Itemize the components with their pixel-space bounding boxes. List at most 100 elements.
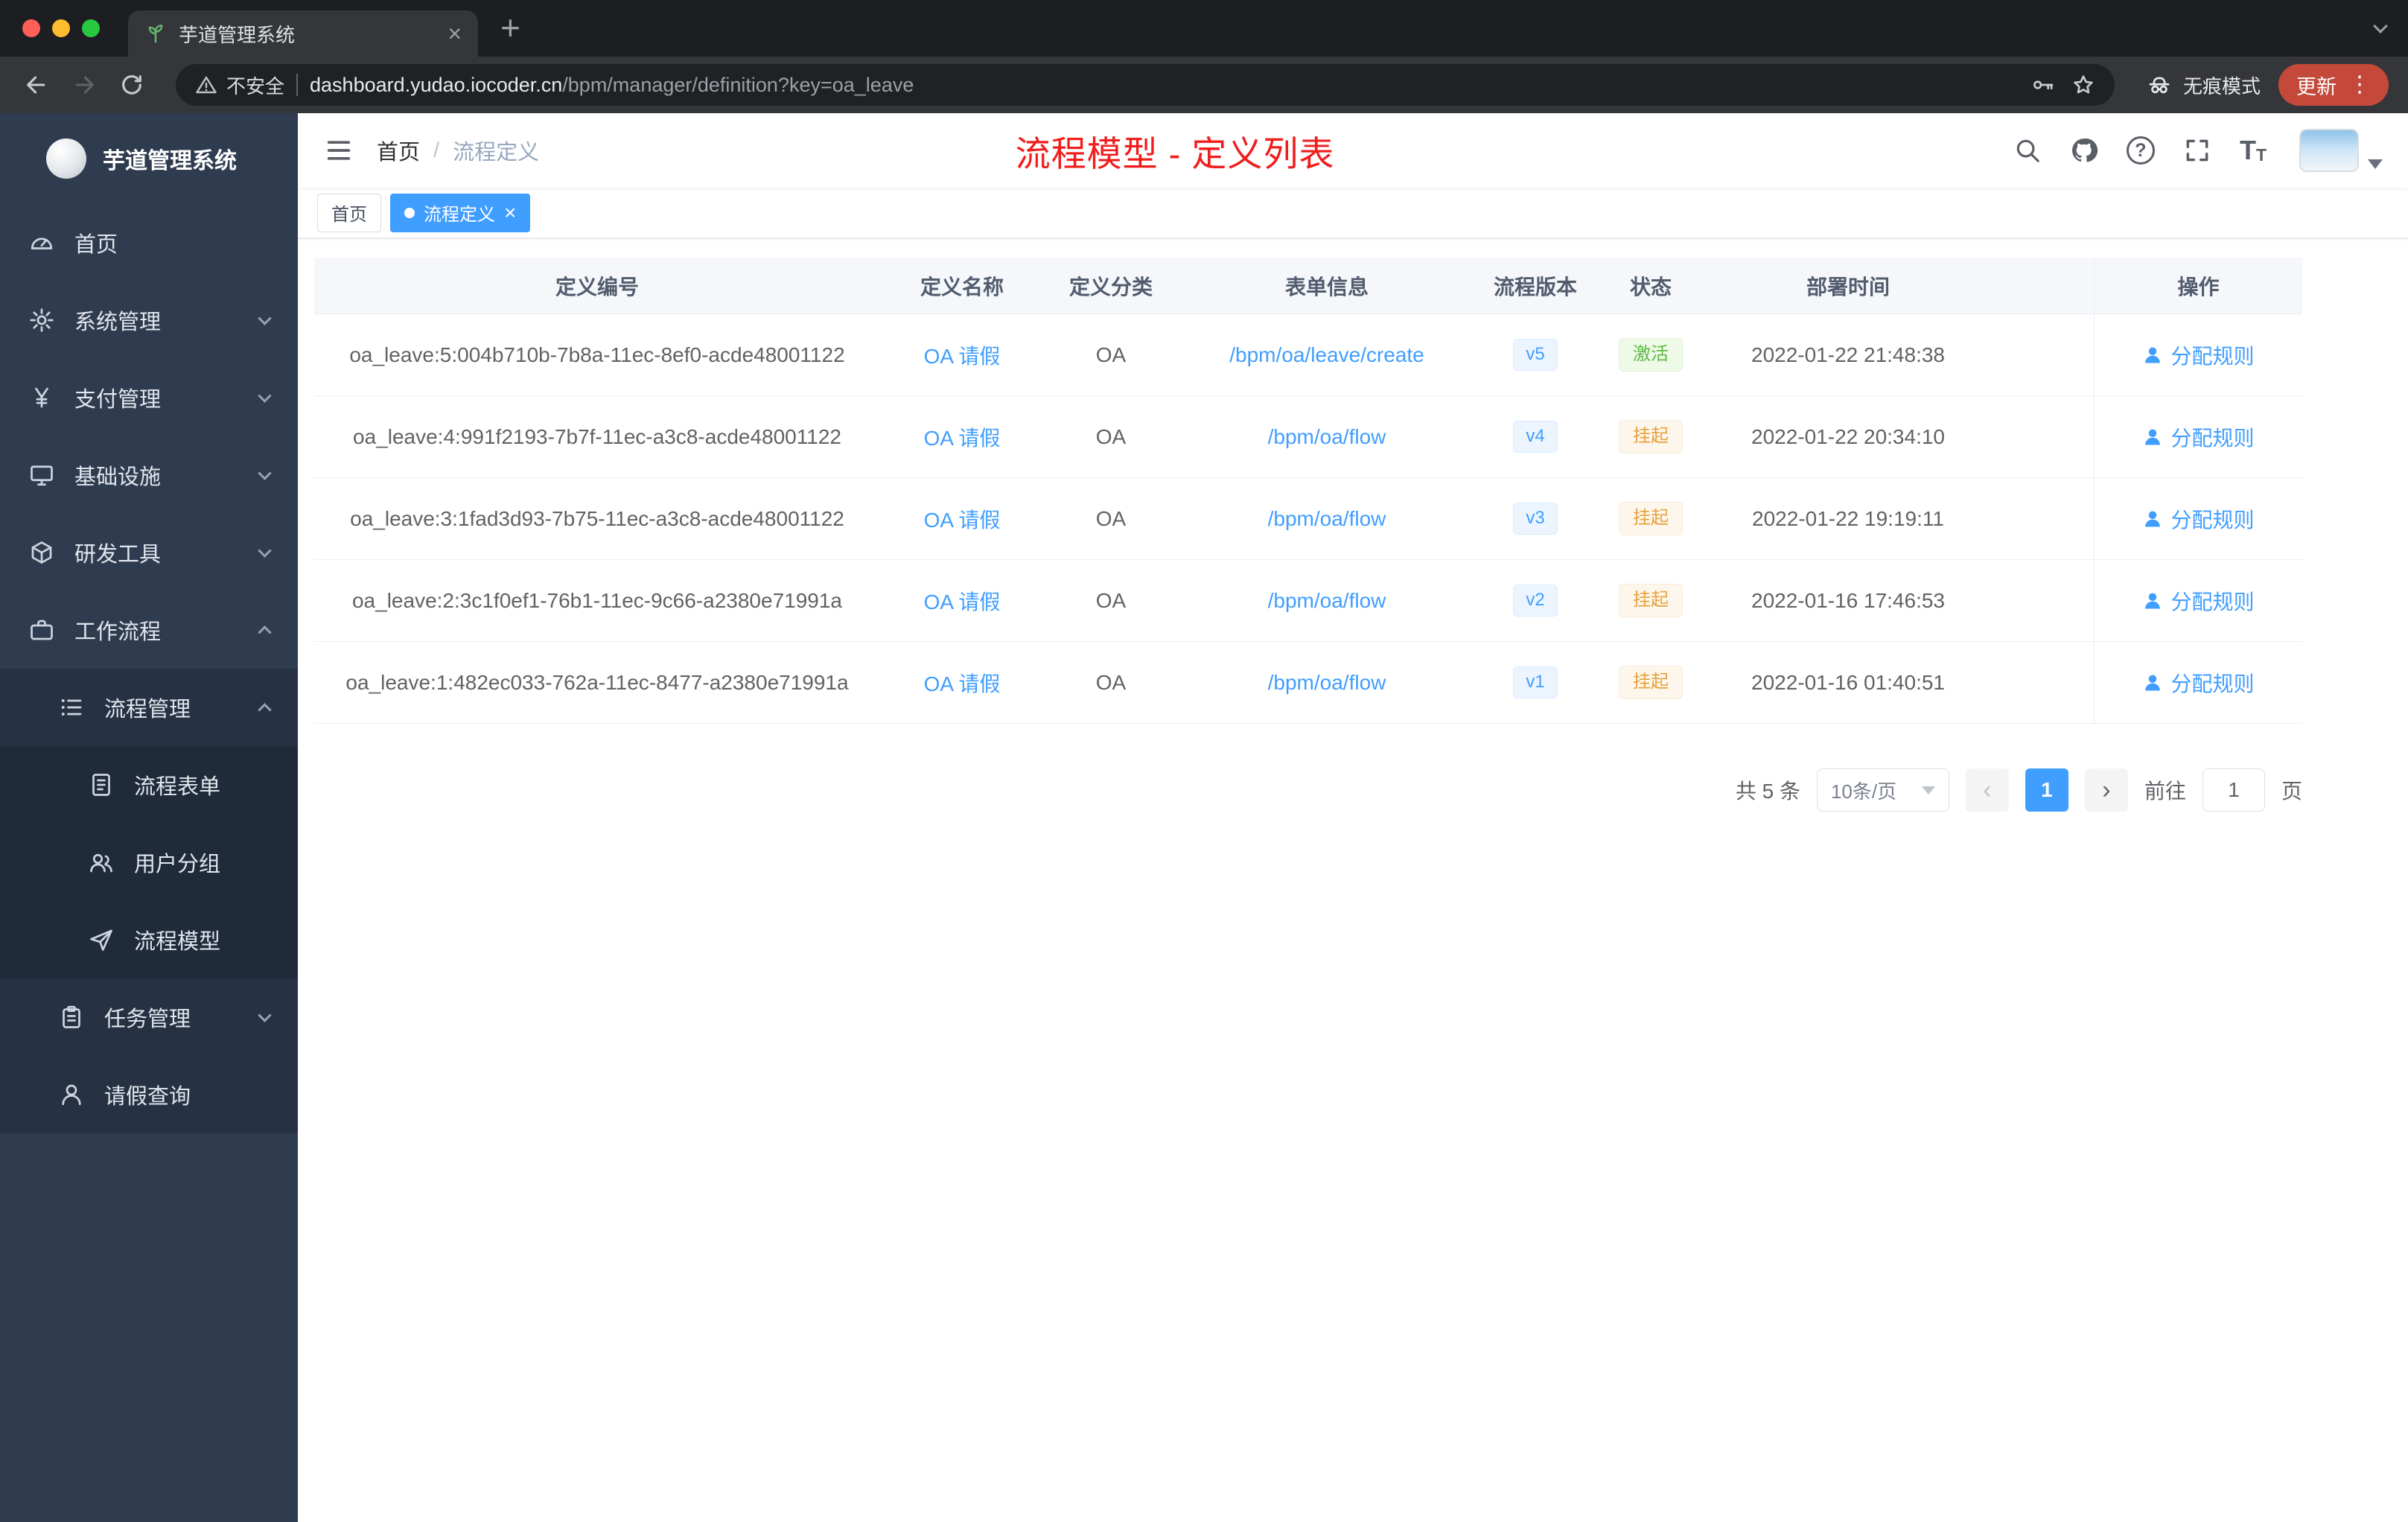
clipboard-icon [63,1005,80,1028]
forward-icon[interactable] [67,68,101,102]
window-close-button[interactable] [22,19,40,37]
definition-name-link[interactable]: OA 请假 [924,340,1001,370]
status-badge: 挂起 [1619,502,1683,535]
user-menu[interactable] [2299,129,2383,172]
help-icon[interactable]: ? [2126,136,2155,165]
col-category: 定义分类 [1068,275,1153,299]
cell-definition-id: oa_leave:5:004b710b-7b8a-11ec-8ef0-acde4… [349,343,845,366]
sidebar-item-home[interactable]: 首页 [0,204,298,281]
cell-deploy-time: 2022-01-16 17:46:53 [1751,588,1945,612]
breadcrumb-home[interactable]: 首页 [377,135,420,166]
sidebar-item-process-model[interactable]: 流程模型 [0,901,298,978]
cell-deploy-time: 2022-01-22 20:34:10 [1751,424,1945,448]
assign-rule-link[interactable]: 分配规则 [2142,340,2255,370]
incognito-icon [2149,77,2170,94]
tab-search-chevron-icon[interactable] [2373,19,2388,34]
table-row: oa_leave:4:991f2193-7b7f-11ec-a3c8-acde4… [314,396,2302,478]
hamburger-icon[interactable] [323,135,354,166]
sidebar-item-system[interactable]: 系统管理 [0,281,298,359]
sidebar-item-user-group[interactable]: 用户分组 [0,824,298,901]
browser-menu-icon[interactable]: ⋮ [2348,74,2371,96]
chevron-down-icon [258,465,272,480]
url-bar[interactable]: 不安全 dashboard.yudao.iocoder.cn/bpm/manag… [176,64,2115,106]
pagination-total: 共 5 条 [1735,780,1800,803]
version-tag: v4 [1513,421,1558,453]
sidebar-item-workflow[interactable]: 工作流程 [0,591,298,669]
avatar[interactable] [2299,129,2359,172]
col-version: 流程版本 [1493,275,1577,299]
sidebar-item-process-management[interactable]: 流程管理 [0,669,298,746]
font-size-icon[interactable]: TT [2240,137,2267,164]
app: 芋道管理系统 首页 系统管理 支付管理 基础设施 研发工具 工作流程 流程管理 … [0,113,2408,1522]
assign-rule-link[interactable]: 分配规则 [2142,586,2255,616]
main-area: 首页 / 流程定义 流程模型 - 定义列表 ? TT 首页 流程定义 × 定义编… [298,113,2408,1522]
process-management-submenu: 流程表单 用户分组 流程模型 [0,746,298,978]
window-zoom-button[interactable] [82,19,100,37]
definition-name-link[interactable]: OA 请假 [924,586,1001,616]
search-icon[interactable] [2013,136,2042,165]
col-definition-id: 定义编号 [555,275,639,299]
bookmark-star-icon[interactable] [2071,73,2095,97]
back-icon[interactable] [19,68,54,102]
page-size-select[interactable]: 10条/页 [1816,768,1949,812]
reload-icon[interactable] [115,68,149,102]
sidebar-item-payment[interactable]: 支付管理 [0,359,298,436]
sidebar-item-leave-query[interactable]: 请假查询 [0,1056,298,1133]
sidebar: 芋道管理系统 首页 系统管理 支付管理 基础设施 研发工具 工作流程 流程管理 … [0,113,298,1522]
sidebar-item-devtools[interactable]: 研发工具 [0,514,298,591]
page-number-button[interactable]: 1 [2025,768,2068,812]
col-form-info: 表单信息 [1284,275,1369,299]
goto-page-input[interactable] [2202,768,2265,812]
sidebar-item-task-management[interactable]: 任务管理 [0,978,298,1056]
next-page-button[interactable]: › [2084,768,2128,812]
version-tag: v1 [1513,666,1558,698]
person-icon [62,1084,81,1106]
status-badge: 挂起 [1619,666,1683,699]
not-secure-warning-icon[interactable] [195,74,217,96]
cell-category: OA [1095,343,1127,366]
definition-name-link[interactable]: OA 请假 [924,422,1001,452]
new-tab-button[interactable]: + [500,4,520,51]
window-minimize-button[interactable] [52,19,70,37]
list-icon [61,699,82,716]
fullscreen-icon[interactable] [2183,136,2211,165]
password-key-icon[interactable] [2031,73,2055,97]
prev-page-button[interactable]: ‹ [1965,768,2009,812]
github-icon[interactable] [2070,136,2098,165]
form-info-link[interactable]: /bpm/oa/flow [1268,589,1386,613]
form-info-link[interactable]: /bpm/oa/leave/create [1229,343,1424,367]
goto-label: 前往 [2144,780,2186,803]
form-info-link[interactable]: /bpm/oa/flow [1268,425,1386,449]
definition-name-link[interactable]: OA 请假 [924,504,1001,534]
tag-process-definition[interactable]: 流程定义 × [390,193,531,232]
version-tag: v2 [1513,585,1558,617]
tag-close-icon[interactable]: × [504,202,516,223]
caret-down-icon [1921,786,1935,795]
form-info-link[interactable]: /bpm/oa/flow [1268,507,1386,531]
version-tag: v3 [1513,503,1558,535]
assign-rule-link[interactable]: 分配规则 [2142,668,2255,698]
briefcase-icon [31,620,53,640]
users-icon [90,853,112,873]
table-row: oa_leave:2:3c1f0ef1-76b1-11ec-9c66-a2380… [314,560,2302,642]
tags-view-bar: 首页 流程定义 × [298,188,2408,238]
not-secure-label[interactable]: 不安全 [226,71,284,99]
tab-close-icon[interactable]: × [447,22,462,45]
window-controls [0,0,115,57]
definition-name-link[interactable]: OA 请假 [924,668,1001,698]
assign-rule-link[interactable]: 分配规则 [2142,422,2255,452]
cell-category: OA [1095,506,1127,530]
url-text[interactable]: dashboard.yudao.iocoder.cn/bpm/manager/d… [310,74,2015,97]
sidebar-item-infra[interactable]: 基础设施 [0,436,298,514]
table-row: oa_leave:3:1fad3d93-7b75-11ec-a3c8-acde4… [314,478,2302,560]
person-icon [2145,429,2161,445]
assign-rule-link[interactable]: 分配规则 [2142,504,2255,534]
cell-definition-id: oa_leave:1:482ec033-762a-11ec-8477-a2380… [345,670,849,694]
monitor-icon [31,465,53,486]
form-info-link[interactable]: /bpm/oa/flow [1268,671,1386,695]
chrome-update-button[interactable]: 更新 ⋮ [2278,64,2389,106]
browser-tab[interactable]: 芋道管理系统 × [128,10,478,57]
tag-home[interactable]: 首页 [317,193,381,232]
page-content: 定义编号 定义名称 定义分类 表单信息 流程版本 状态 部署时间 操作 oa_l… [298,238,2408,1522]
sidebar-item-process-form[interactable]: 流程表单 [0,746,298,824]
